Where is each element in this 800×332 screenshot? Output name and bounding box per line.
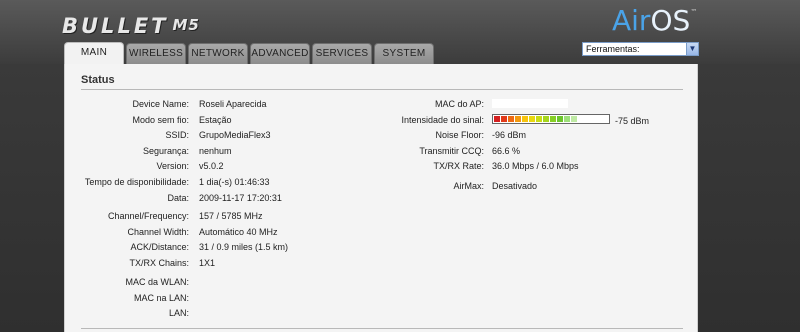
signal-segment bbox=[543, 116, 549, 122]
channel-frequency-label: Channel/Frequency: bbox=[107, 211, 189, 221]
date-value: 2009-11-17 17:20:31 bbox=[199, 193, 282, 203]
signal-segment bbox=[557, 116, 563, 122]
signal-segment bbox=[508, 116, 514, 122]
uptime-label: Tempo de disponibilidade: bbox=[84, 177, 189, 187]
ap-mac-label: MAC do AP: bbox=[434, 99, 484, 109]
security-value: nenhum bbox=[199, 146, 232, 156]
noise-floor-value: -96 dBm bbox=[492, 130, 527, 140]
main-panel: Status Device Name: Roseli Aparecida Mod… bbox=[64, 64, 698, 332]
noise-floor-label: Noise Floor: bbox=[435, 130, 484, 140]
ssid-label: SSID: bbox=[165, 130, 189, 140]
signal-segment bbox=[501, 116, 507, 122]
device-name-label: Device Name: bbox=[132, 99, 189, 109]
wireless-mode-label: Modo sem fio: bbox=[132, 115, 189, 125]
tab-advanced[interactable]: ADVANCED bbox=[250, 43, 310, 64]
bottom-divider bbox=[81, 328, 683, 329]
tools-selected: Ferramentas: bbox=[586, 44, 640, 54]
signal-segment bbox=[515, 116, 521, 122]
airmax-value: Desativado bbox=[492, 181, 538, 191]
transmit-ccq-value: 66.6 % bbox=[492, 146, 521, 156]
signal-segment bbox=[571, 116, 577, 122]
version-value: v5.0.2 bbox=[199, 161, 224, 171]
channel-frequency-value: 157 / 5785 MHz bbox=[199, 211, 263, 221]
ap-mac-value bbox=[492, 99, 568, 108]
signal-segment bbox=[522, 116, 528, 122]
tab-wireless[interactable]: WIRELESS bbox=[126, 43, 186, 64]
uptime-value: 1 dia(-s) 01:46:33 bbox=[199, 177, 270, 187]
signal-strength-value: -75 dBm bbox=[615, 116, 650, 126]
transmit-ccq-label: Transmitir CCQ: bbox=[419, 146, 484, 156]
ack-distance-value: 31 / 0.9 miles (1.5 km) bbox=[199, 242, 289, 252]
signal-segment bbox=[585, 116, 591, 122]
tab-system[interactable]: SYSTEM bbox=[374, 43, 434, 64]
signal-segment bbox=[578, 116, 584, 122]
txrx-rate-value: 36.0 Mbps / 6.0 Mbps bbox=[492, 161, 579, 171]
signal-strength-bar bbox=[492, 114, 610, 124]
version-label: Version: bbox=[156, 161, 189, 171]
wlan-mac-label: MAC da WLAN: bbox=[125, 277, 189, 287]
signal-segment bbox=[550, 116, 556, 122]
txrx-chains-value: 1X1 bbox=[199, 258, 216, 268]
channel-width-value: Automático 40 MHz bbox=[199, 227, 278, 237]
security-label: Segurança: bbox=[142, 146, 189, 156]
channel-width-label: Channel Width: bbox=[127, 227, 189, 237]
signal-segment bbox=[494, 116, 500, 122]
tools-dropdown[interactable]: Ferramentas: ▼ bbox=[582, 42, 699, 56]
device-name-value: Roseli Aparecida bbox=[199, 99, 267, 109]
signal-segment bbox=[529, 116, 535, 122]
date-label: Data: bbox=[167, 193, 189, 203]
txrx-rate-label: TX/RX Rate: bbox=[433, 161, 484, 171]
tab-network[interactable]: NETWORK bbox=[188, 43, 248, 64]
signal-segment bbox=[592, 116, 598, 122]
airmax-label: AirMax: bbox=[453, 181, 484, 191]
ack-distance-label: ACK/Distance: bbox=[130, 242, 189, 252]
airos-logo: AirOS™ bbox=[612, 4, 698, 37]
signal-segment bbox=[536, 116, 542, 122]
signal-segment bbox=[599, 116, 605, 122]
lan-mac-label: MAC na LAN: bbox=[133, 293, 189, 303]
ssid-value: GrupoMediaFlex3 bbox=[199, 130, 271, 140]
tab-main[interactable]: MAIN bbox=[64, 42, 124, 64]
signal-strength-label: Intensidade do sinal: bbox=[401, 115, 484, 125]
status-divider bbox=[81, 89, 683, 90]
lan-label: LAN: bbox=[168, 308, 189, 318]
status-title: Status bbox=[81, 74, 115, 86]
signal-segment bbox=[564, 116, 570, 122]
tab-services[interactable]: SERVICES bbox=[312, 43, 372, 64]
txrx-chains-label: TX/RX Chains: bbox=[129, 258, 189, 268]
chevron-down-icon[interactable]: ▼ bbox=[686, 43, 698, 55]
wireless-mode-value: Estação bbox=[199, 115, 232, 125]
bullet-logo: BULLET M5 bbox=[62, 14, 200, 38]
